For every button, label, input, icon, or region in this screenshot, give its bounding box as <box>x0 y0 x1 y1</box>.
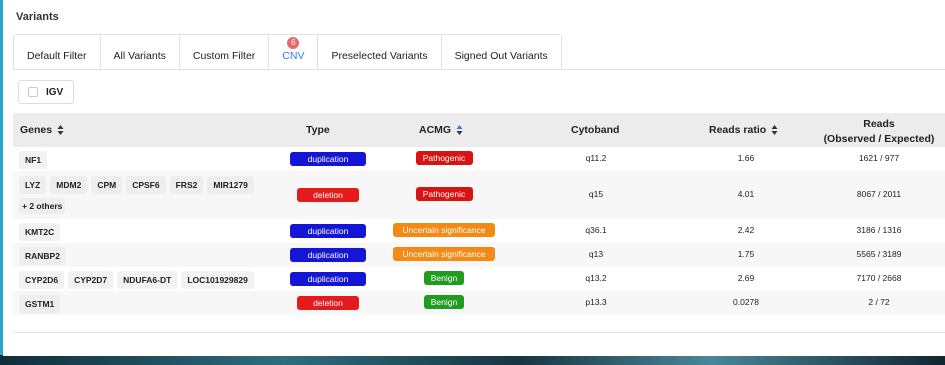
acmg-badge: Pathogenic <box>415 187 473 201</box>
type-badge: duplication <box>290 224 366 238</box>
reads-cell: 2 / 72 <box>868 297 890 307</box>
background-image <box>0 355 945 365</box>
column-type-label: Type <box>306 124 330 136</box>
reads-cell: 5565 / 3189 <box>856 249 902 259</box>
gene-tag[interactable]: FRS2 <box>169 176 204 194</box>
type-badge: duplication <box>290 248 366 262</box>
gene-tag[interactable]: CPM <box>91 176 123 194</box>
type-badge: deletion <box>297 296 359 310</box>
reads-cell: 1621 / 977 <box>858 153 900 163</box>
cytoband-cell: q15 <box>588 189 604 199</box>
genes-cell: GSTM1 <box>19 295 269 313</box>
tab-cnv[interactable]: 6 CNV <box>269 35 319 70</box>
tab-preselected-variants[interactable]: Preselected Variants <box>318 35 442 70</box>
reads-ratio-cell: 1.75 <box>737 249 755 259</box>
tab-signed-out-variants[interactable]: Signed Out Variants <box>442 35 561 70</box>
gene-tag[interactable]: RANBP2 <box>19 247 66 265</box>
cytoband-cell: q13.2 <box>585 273 607 283</box>
acmg-badge: Pathogenic <box>415 151 473 165</box>
tabs-divider <box>13 69 945 70</box>
igv-toggle[interactable]: IGV <box>18 80 74 104</box>
column-reads-label: Reads <box>863 118 895 130</box>
column-cytoband: Cytoband <box>571 113 619 147</box>
genes-cell: NF1 <box>19 151 269 169</box>
table-row[interactable]: RANBP2 duplication Uncertain significance q… <box>13 243 945 267</box>
tab-cnv-label: CNV <box>282 50 305 62</box>
gene-tag[interactable]: NDUFA6-DT <box>117 271 178 289</box>
reads-cell: 7170 / 2668 <box>856 273 902 283</box>
acmg-badge: Benign <box>424 295 464 309</box>
column-acmg-label: ACMG <box>419 124 452 136</box>
genes-cell: KMT2C <box>19 223 269 241</box>
tab-all-variants[interactable]: All Variants <box>101 35 180 70</box>
section-title: Variants <box>16 11 59 23</box>
reads-ratio-cell: 4.01 <box>737 189 755 199</box>
reads-cell: 8067 / 2011 <box>856 189 902 199</box>
column-type: Type <box>306 113 330 147</box>
gene-tag[interactable]: CPSF6 <box>126 176 166 194</box>
cytoband-cell: q13 <box>588 249 604 259</box>
cnv-count-badge: 6 <box>287 37 300 49</box>
genes-cell: LYZ MDM2 CPM CPSF6 FRS2 MIR1279 + 2 others <box>19 176 269 214</box>
gene-tag[interactable]: LOC101929829 <box>181 271 254 289</box>
table-row[interactable]: NF1 duplication Pathogenic q11.2 1.66 1621 / … <box>13 147 945 171</box>
gene-tag[interactable]: MDM2 <box>50 176 88 194</box>
variants-panel: Variants Default Filter All Variants Cus… <box>3 0 945 356</box>
gene-tag[interactable]: CYP2D7 <box>68 271 114 289</box>
acmg-badge: Uncertain significance <box>393 223 495 237</box>
tab-default-filter[interactable]: Default Filter <box>14 35 101 70</box>
type-badge: deletion <box>297 188 359 202</box>
cytoband-cell: p13.3 <box>585 297 607 307</box>
reads-cell: 3186 / 1316 <box>856 225 902 235</box>
igv-checkbox[interactable] <box>28 87 38 97</box>
sort-icon[interactable] <box>57 124 64 136</box>
acmg-badge: Uncertain significance <box>393 247 495 261</box>
gene-tag[interactable]: GSTM1 <box>19 295 61 313</box>
reads-ratio-cell: 2.42 <box>737 225 755 235</box>
table-header: Genes Type ACMG Cytoband Reads ratio Rea… <box>13 113 945 147</box>
tab-custom-filter[interactable]: Custom Filter <box>180 35 270 70</box>
sort-icon[interactable] <box>456 124 463 136</box>
column-reads-ratio[interactable]: Reads ratio <box>709 113 778 147</box>
column-cytoband-label: Cytoband <box>571 124 620 136</box>
column-reads-ratio-label: Reads ratio <box>709 124 767 136</box>
genes-cell: CYP2D6 CYP2D7 NDUFA6-DT LOC101929829 <box>19 271 269 289</box>
acmg-badge: Benign <box>424 271 464 285</box>
type-badge: duplication <box>290 272 366 286</box>
reads-ratio-cell: 2.69 <box>737 273 755 283</box>
column-genes-label: Genes <box>20 124 53 136</box>
more-genes-link[interactable]: + 2 others <box>19 198 66 214</box>
sort-icon[interactable] <box>771 124 778 136</box>
type-badge: duplication <box>290 152 366 166</box>
cytoband-cell: q36.1 <box>585 225 607 235</box>
variant-tabs: Default Filter All Variants Custom Filte… <box>13 34 562 70</box>
column-acmg[interactable]: ACMG <box>419 113 463 147</box>
table-row[interactable]: GSTM1 deletion Benign p13.3 0.0278 2 / 72 <box>13 291 945 315</box>
gene-tag[interactable]: CYP2D6 <box>19 271 65 289</box>
gene-tag[interactable]: LYZ <box>19 176 47 194</box>
column-reads: Reads (Observed / Expected) <box>809 117 945 147</box>
table-row[interactable]: CYP2D6 CYP2D7 NDUFA6-DT LOC101929829 duplica… <box>13 267 945 291</box>
column-genes[interactable]: Genes <box>20 113 64 147</box>
reads-ratio-cell: 0.0278 <box>733 297 759 307</box>
table-bottom-divider <box>13 332 945 333</box>
column-reads-sublabel: (Observed / Expected) <box>823 133 935 145</box>
table-row[interactable]: KMT2C duplication Uncertain significance q3… <box>13 219 945 243</box>
reads-ratio-cell: 1.66 <box>737 153 755 163</box>
table-row[interactable]: LYZ MDM2 CPM CPSF6 FRS2 MIR1279 + 2 others dele… <box>13 171 945 219</box>
gene-tag[interactable]: MIR1279 <box>207 176 254 194</box>
cytoband-cell: q11.2 <box>585 153 607 163</box>
genes-cell: RANBP2 <box>19 247 269 265</box>
igv-label: IGV <box>46 86 64 98</box>
gene-tag[interactable]: KMT2C <box>19 223 61 241</box>
gene-tag[interactable]: NF1 <box>19 151 48 169</box>
